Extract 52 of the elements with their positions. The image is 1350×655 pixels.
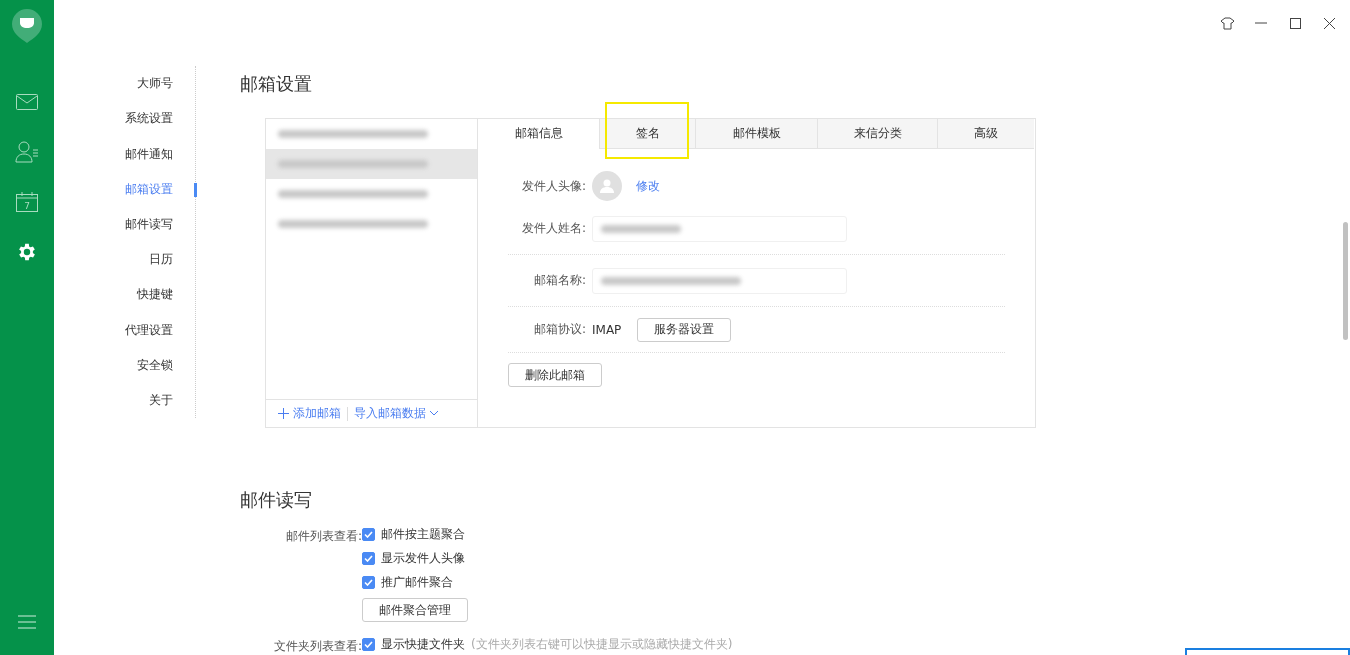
sender-name-field[interactable] — [592, 215, 847, 242]
settings-nav-item[interactable]: 大师号 — [54, 66, 195, 102]
skin-button[interactable] — [1218, 14, 1236, 32]
field-label: 发件人姓名: — [520, 220, 587, 237]
scrollbar-thumb[interactable] — [1343, 222, 1348, 340]
protocol-value: IMAP — [592, 322, 622, 337]
settings-nav-item[interactable]: 邮箱设置 — [54, 171, 195, 207]
add-mailbox-link[interactable]: 添加邮箱 — [278, 405, 341, 422]
field-label: 发件人头像: — [520, 177, 587, 195]
settings-tab[interactable]: 来信分类 — [817, 119, 937, 149]
settings-nav-item[interactable]: 系统设置 — [54, 101, 195, 137]
option-group-label: 邮件列表查看: — [284, 528, 362, 545]
checkbox[interactable] — [362, 576, 375, 589]
settings-nav-item[interactable]: 关于 — [54, 382, 195, 419]
option-label: 显示快捷文件夹 — [381, 636, 465, 653]
delete-mailbox-button[interactable]: 删除此邮箱 — [508, 363, 602, 387]
avatar-icon — [592, 171, 622, 201]
settings-nav-item[interactable]: 快捷键 — [54, 277, 195, 313]
settings-nav-item[interactable]: 邮件读写 — [54, 206, 195, 242]
plus-icon — [278, 408, 289, 419]
field-label: 邮箱协议: — [532, 321, 587, 338]
server-settings-button[interactable]: 服务器设置 — [637, 317, 732, 342]
settings-nav-item[interactable]: 日历 — [54, 242, 195, 278]
option-group-label: 文件夹列表查看: — [272, 638, 362, 655]
import-data-link[interactable]: 导入邮箱数据 — [354, 405, 438, 422]
option-label: 显示发件人头像 — [381, 550, 465, 567]
settings-tab[interactable]: 高级 — [937, 119, 1034, 149]
field-label: 邮箱名称: — [532, 272, 587, 289]
logo-icon[interactable] — [11, 8, 43, 44]
option-label: 邮件按主题聚合 — [381, 526, 465, 543]
section-title: 邮箱设置 — [240, 72, 313, 96]
option-label: 推广邮件聚合 — [381, 574, 453, 591]
account-item[interactable] — [266, 149, 477, 179]
edit-link[interactable]: 修改 — [636, 177, 660, 195]
caret-icon — [430, 411, 438, 416]
settings-nav-item[interactable]: 安全锁 — [54, 347, 195, 383]
settings-icon[interactable] — [16, 241, 38, 263]
settings-tab[interactable]: 签名 — [599, 119, 695, 149]
checkbox[interactable] — [362, 552, 375, 565]
aggregation-manage-button[interactable]: 邮件聚合管理 — [362, 598, 468, 622]
settings-nav-item[interactable]: 邮件通知 — [54, 136, 195, 172]
checkbox[interactable] — [362, 528, 375, 541]
menu-icon[interactable] — [18, 615, 36, 629]
contacts-icon[interactable] — [15, 141, 39, 163]
mailbox-name-field[interactable] — [592, 267, 847, 294]
checkbox[interactable] — [362, 638, 375, 651]
option-hint: (文件夹列表右键可以快捷显示或隐藏快捷文件夹) — [471, 636, 733, 653]
section-title: 邮件读写 — [240, 488, 313, 512]
mail-icon[interactable] — [16, 94, 38, 110]
settings-nav-item[interactable]: 代理设置 — [54, 312, 195, 348]
settings-tab[interactable]: 邮件模板 — [695, 119, 817, 149]
minimize-icon — [1255, 22, 1267, 24]
